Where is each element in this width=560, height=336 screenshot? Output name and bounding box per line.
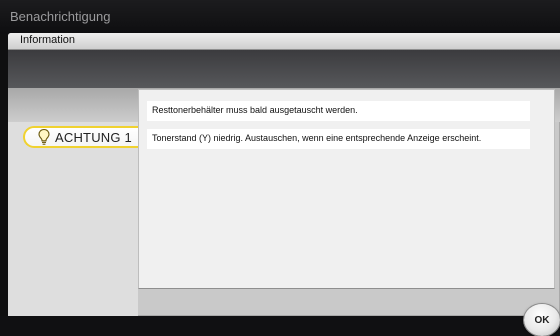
notification-panel: Information ACHTUNG 1 Resttonerbehälter … bbox=[8, 33, 560, 316]
header-band bbox=[8, 50, 560, 88]
window-title: Benachrichtigung bbox=[10, 9, 111, 24]
message-item[interactable]: Resttonerbehälter muss bald ausgetauscht… bbox=[147, 101, 530, 121]
category-column bbox=[8, 122, 138, 316]
tab-information[interactable]: Information bbox=[8, 33, 560, 50]
alert-category-tab[interactable]: ACHTUNG 1 bbox=[23, 126, 142, 148]
message-list: Resttonerbehälter muss bald ausgetauscht… bbox=[138, 89, 555, 289]
title-bar: Benachrichtigung bbox=[0, 0, 560, 34]
message-item[interactable]: Tonerstand (Y) niedrig. Austauschen, wen… bbox=[147, 129, 530, 149]
tab-information-label: Information bbox=[20, 34, 76, 46]
alert-category-label: ACHTUNG 1 bbox=[55, 129, 132, 145]
footer-bar bbox=[0, 316, 560, 336]
lightbulb-icon bbox=[38, 128, 50, 145]
ok-button[interactable]: OK bbox=[524, 304, 560, 336]
